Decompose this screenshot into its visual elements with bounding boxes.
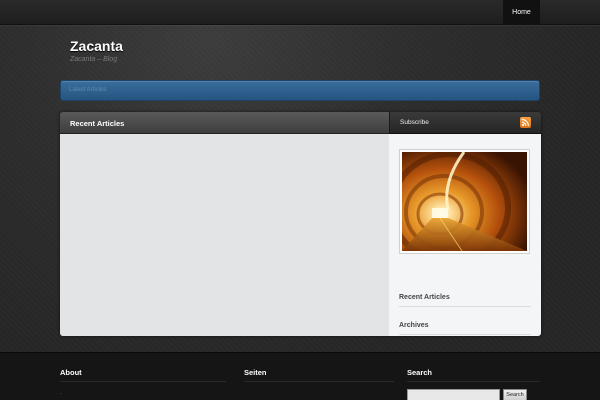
archives-widget-title: Archives (399, 322, 429, 329)
divider (60, 381, 226, 382)
subscribe-label: Subscribe (400, 119, 429, 126)
site-tagline: Zacanta – Blog (70, 56, 118, 63)
footer: About . Seiten Search Search (0, 352, 600, 400)
sidebar-header: Subscribe (389, 112, 541, 134)
divider (244, 381, 394, 382)
top-navigation-bar: Home (0, 0, 600, 25)
content-area (60, 134, 389, 336)
divider (407, 381, 540, 382)
search-button[interactable]: Search (503, 389, 527, 400)
site-title[interactable]: Zacanta (70, 38, 123, 54)
sidebar: Recent Articles Archives (389, 134, 541, 336)
divider (399, 334, 531, 335)
content-header-title: Recent Articles (60, 112, 389, 134)
main-panel: Recent Articles Subscribe Recent Article… (60, 112, 541, 336)
search-input[interactable] (407, 389, 500, 400)
rss-feed-icon[interactable] (520, 117, 531, 128)
recent-articles-widget-title: Recent Articles (399, 294, 450, 301)
tunnel-image (399, 149, 530, 254)
footer-pages-title: Seiten (244, 368, 267, 377)
breadcrumb: Latest Articles (69, 87, 107, 93)
footer-search-title: Search (407, 368, 433, 377)
footer-about-title: About (60, 368, 82, 377)
divider (399, 306, 531, 307)
breadcrumb-bar: Latest Articles (60, 80, 540, 101)
nav-home-link[interactable]: Home (503, 0, 540, 25)
footer-about-text: . (60, 390, 62, 396)
